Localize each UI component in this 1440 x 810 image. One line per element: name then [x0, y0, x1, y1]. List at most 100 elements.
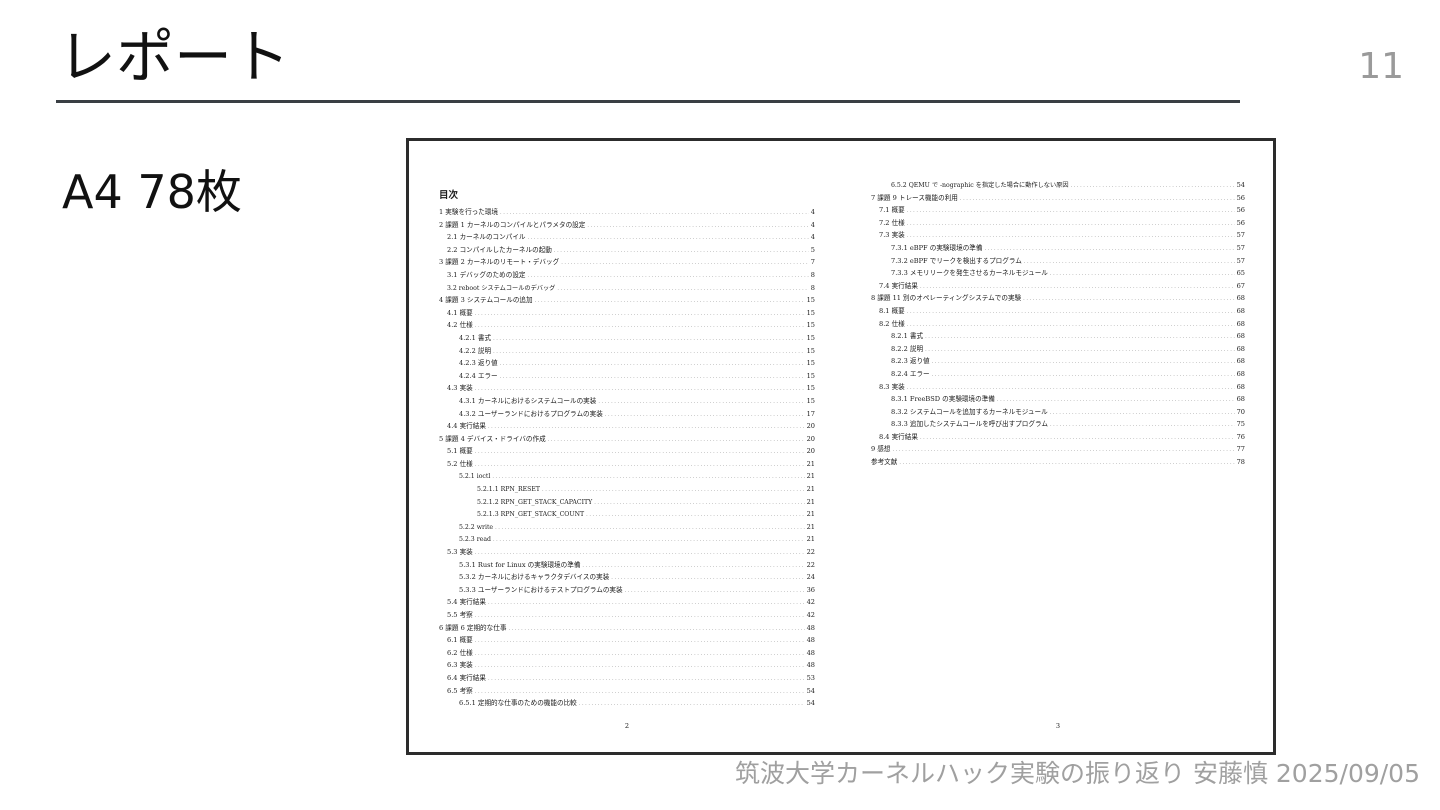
toc-entry-title: 3 課題 2 カーネルのリモート・デバッグ	[439, 258, 560, 267]
toc-entry-page: 22	[806, 548, 815, 557]
toc-entry-title: 2.2 コンパイルしたカーネルの起動	[447, 245, 552, 254]
toc-entry-title: 5.2.2 write	[459, 523, 494, 531]
toc-entry-title: 8 課題 11 別のオペレーティングシステムでの実験	[871, 294, 1022, 303]
toc-entry: 2 課題 1 カーネルのコンパイルとパラメタの設定 4	[439, 219, 815, 232]
toc-entry-page: 56	[1236, 206, 1245, 215]
toc-entry: 7 課題 9 トレース機能の利用 56	[871, 192, 1245, 205]
toc-entry-page: 54	[806, 699, 815, 708]
toc-dot-leader	[535, 294, 805, 307]
toc-dot-leader	[475, 382, 805, 395]
toc-entry-page: 68	[1236, 382, 1245, 391]
toc-entry-title: 4.3.1 カーネルにおけるシステムコールの実装	[459, 396, 597, 405]
toc-entry-page: 68	[1236, 369, 1245, 378]
toc-dot-leader	[1071, 179, 1235, 192]
toc-entry-page: 68	[1236, 294, 1245, 303]
toc-entry: 8.2.3 返り値 68	[871, 355, 1245, 368]
toc-dot-leader	[500, 370, 805, 383]
toc-entry-page: 67	[1236, 281, 1245, 290]
toc-dot-leader	[475, 319, 805, 332]
toc-entry-page: 48	[806, 661, 815, 670]
toc-entry: 5.3.2 カーネルにおけるキャラクタデバイスの実装 24	[439, 571, 815, 584]
toc-dot-leader	[488, 420, 805, 433]
toc-entry: 5.3.3 ユーザーランドにおけるテストプログラムの実装 36	[439, 584, 815, 597]
toc-entry-page: 15	[806, 296, 815, 305]
toc-entry-title: 7.3 実装	[879, 231, 905, 240]
toc-entry-title: 8.3.1 FreeBSD の実験環境の準備	[891, 395, 995, 404]
toc-entry: 6.1 概要 48	[439, 634, 815, 647]
toc-list-right: 6.5.2 QEMU で -nographic を指定した場合に動作しない原因5…	[871, 179, 1245, 469]
toc-dot-leader	[475, 609, 805, 622]
toc-entry-title: 8.3.3 追加したシステムコールを呼び出すプログラム	[891, 420, 1048, 429]
toc-dot-leader	[557, 282, 808, 295]
toc-entry: 5.2.1.3 RPN_GET_STACK_COUNT21	[439, 508, 815, 521]
toc-entry: 7.1 概要 56	[871, 204, 1245, 217]
toc-entry-title: 4.3 実装	[447, 384, 473, 393]
toc-entry: 5.2.2 write 21	[439, 521, 815, 534]
toc-dot-leader	[475, 634, 805, 647]
toc-dot-leader	[475, 659, 805, 672]
toc-dot-leader	[920, 280, 1235, 293]
toc-entry: 5.2.1.1 RPN_RESET 21	[439, 483, 815, 496]
toc-entry-page: 20	[806, 434, 815, 443]
toc-dot-leader	[495, 521, 805, 534]
toc-entry-title: 4.2.1 書式	[459, 333, 492, 342]
toc-entry: 2.1 カーネルのコンパイル 4	[439, 231, 815, 244]
toc-dot-leader	[1050, 406, 1235, 419]
toc-entry: 5.2.3 read21	[439, 533, 815, 546]
toc-entry-page: 21	[806, 497, 815, 506]
toc-entry-page: 15	[806, 333, 815, 342]
toc-entry-title: 7.3.2 eBPF でリークを検出するプログラム	[891, 256, 1022, 265]
toc-entry: 4 課題 3 システムコールの追加 15	[439, 294, 815, 307]
toc-dot-leader	[554, 244, 809, 257]
toc-entry-title: 4.2.4 エラー	[459, 371, 498, 380]
toc-entry: 6.2 仕様 48	[439, 647, 815, 660]
doc-page-number-left: 2	[624, 722, 630, 730]
toc-dot-leader	[932, 355, 1235, 368]
toc-dot-leader	[625, 584, 805, 597]
toc-entry-title: 参考文献	[871, 458, 898, 467]
toc-entry-page: 42	[806, 611, 815, 619]
toc-entry: 5.2 仕様 21	[439, 458, 815, 471]
toc-entry-title: 8.2.3 返り値	[891, 357, 930, 366]
toc-entry: 4.1 概要 15	[439, 307, 815, 320]
toc-dot-leader	[611, 571, 804, 584]
toc-entry-title: 5 課題 4 デバイス・ドライバの作成	[439, 434, 546, 443]
toc-page-left: 目次 1 実験を行った環境 4 2 課題 1 カーネルのコンパイルとパラメタの設定 4…	[439, 141, 815, 752]
toc-entry-title: 5.1 概要	[447, 447, 473, 456]
toc-entry-page: 76	[1236, 432, 1245, 441]
toc-entry: 4.4 実行結果 20	[439, 420, 815, 433]
toc-entry-title: 4.2.2 説明	[459, 346, 492, 355]
toc-entry: 5.5 考察 42	[439, 609, 815, 622]
toc-dot-leader	[997, 393, 1235, 406]
toc-entry-page: 21	[806, 522, 815, 531]
toc-entry-title: 8.3 実装	[879, 382, 905, 391]
toc-entry-title: 4.1 概要	[447, 308, 473, 317]
toc-entry-title: 4.2 仕様	[447, 321, 473, 330]
toc-entry: 5 課題 4 デバイス・ドライバの作成 20	[439, 433, 815, 446]
toc-dot-leader	[493, 533, 805, 546]
toc-entry: 6.3 実装 48	[439, 659, 815, 672]
toc-entry: 6.4 実行結果 53	[439, 672, 815, 685]
toc-entry-title: 8.2 仕様	[879, 319, 905, 328]
toc-entry: 7.3.1 eBPF の実験環境の準備 57	[871, 242, 1245, 255]
toc-entry: 8.2.2 説明 68	[871, 343, 1245, 356]
toc-entry-title: 5.2.1 ioctl	[459, 473, 491, 481]
toc-entry-title: 5.4 実行結果	[447, 598, 486, 607]
toc-entry-title: 6.3 実装	[447, 661, 473, 670]
toc-entry: 8.1 概要 68	[871, 305, 1245, 318]
toc-dot-leader	[500, 206, 809, 219]
toc-entry-title: 5.2.1.2 RPN_GET_STACK_CAPACITY	[477, 498, 593, 506]
toc-entry: 3.2 reboot システムコールのデバッグ8	[439, 282, 815, 295]
toc-entry-title: 6.5 考察	[447, 686, 473, 695]
toc-entry-page: 54	[1236, 181, 1245, 189]
toc-dot-leader	[587, 219, 808, 232]
toc-entry-page: 20	[806, 447, 815, 456]
toc-entry: 8.4 実行結果 76	[871, 431, 1245, 444]
toc-entry: 3.1 デバッグのための設定 8	[439, 269, 815, 282]
toc-dot-leader	[907, 318, 1235, 331]
toc-entry-page: 4	[810, 220, 815, 229]
toc-entry: 4.2.2 説明 15	[439, 345, 815, 358]
toc-entry: 6.5.1 定期的な仕事のための機能の比較 54	[439, 697, 815, 710]
toc-entry: 1 実験を行った環境 4	[439, 206, 815, 219]
toc-entry-title: 9 感想	[871, 445, 891, 454]
